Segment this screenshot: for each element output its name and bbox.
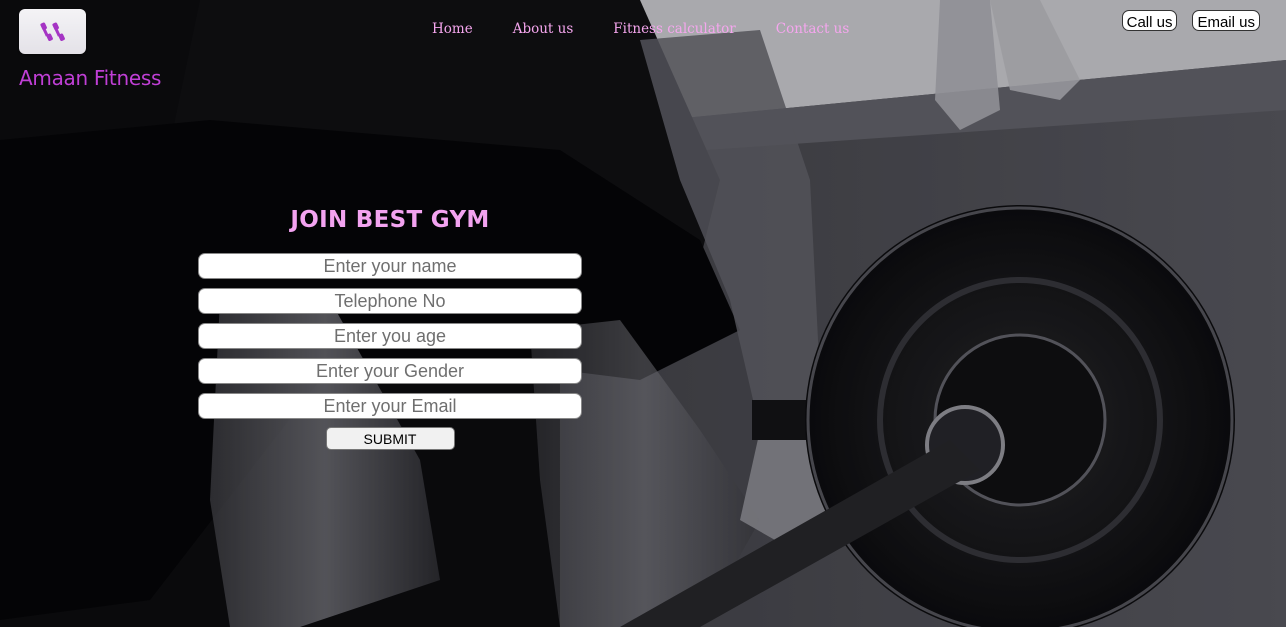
telephone-input[interactable] — [198, 288, 582, 314]
call-us-button[interactable]: Call us — [1121, 10, 1178, 31]
name-input[interactable] — [198, 253, 582, 279]
age-input[interactable] — [198, 323, 582, 349]
email-input[interactable] — [198, 393, 582, 419]
nav-link-contact-us[interactable]: Contact us — [776, 21, 850, 37]
nav-link-fitness-calculator[interactable]: Fitness calculator — [613, 21, 736, 37]
nav-link-about-us[interactable]: About us — [513, 21, 574, 37]
hero-background-image — [0, 0, 1286, 627]
form-title: JOIN BEST GYM — [290, 207, 490, 233]
dumbbell-icon — [39, 22, 65, 41]
brand-name[interactable]: Amaan Fitness — [19, 66, 161, 90]
join-form: SUBMIT — [198, 253, 582, 450]
nav-link-home[interactable]: Home — [432, 21, 473, 37]
email-us-button[interactable]: Email us — [1192, 10, 1260, 31]
page: Amaan Fitness Home About us Fitness calc… — [0, 0, 1286, 627]
submit-button[interactable]: SUBMIT — [325, 427, 455, 450]
gender-input[interactable] — [198, 358, 582, 384]
main-nav: Home About us Fitness calculator Contact… — [432, 21, 889, 37]
logo[interactable] — [19, 9, 86, 54]
contact-buttons: Call us Email us — [1121, 10, 1260, 31]
